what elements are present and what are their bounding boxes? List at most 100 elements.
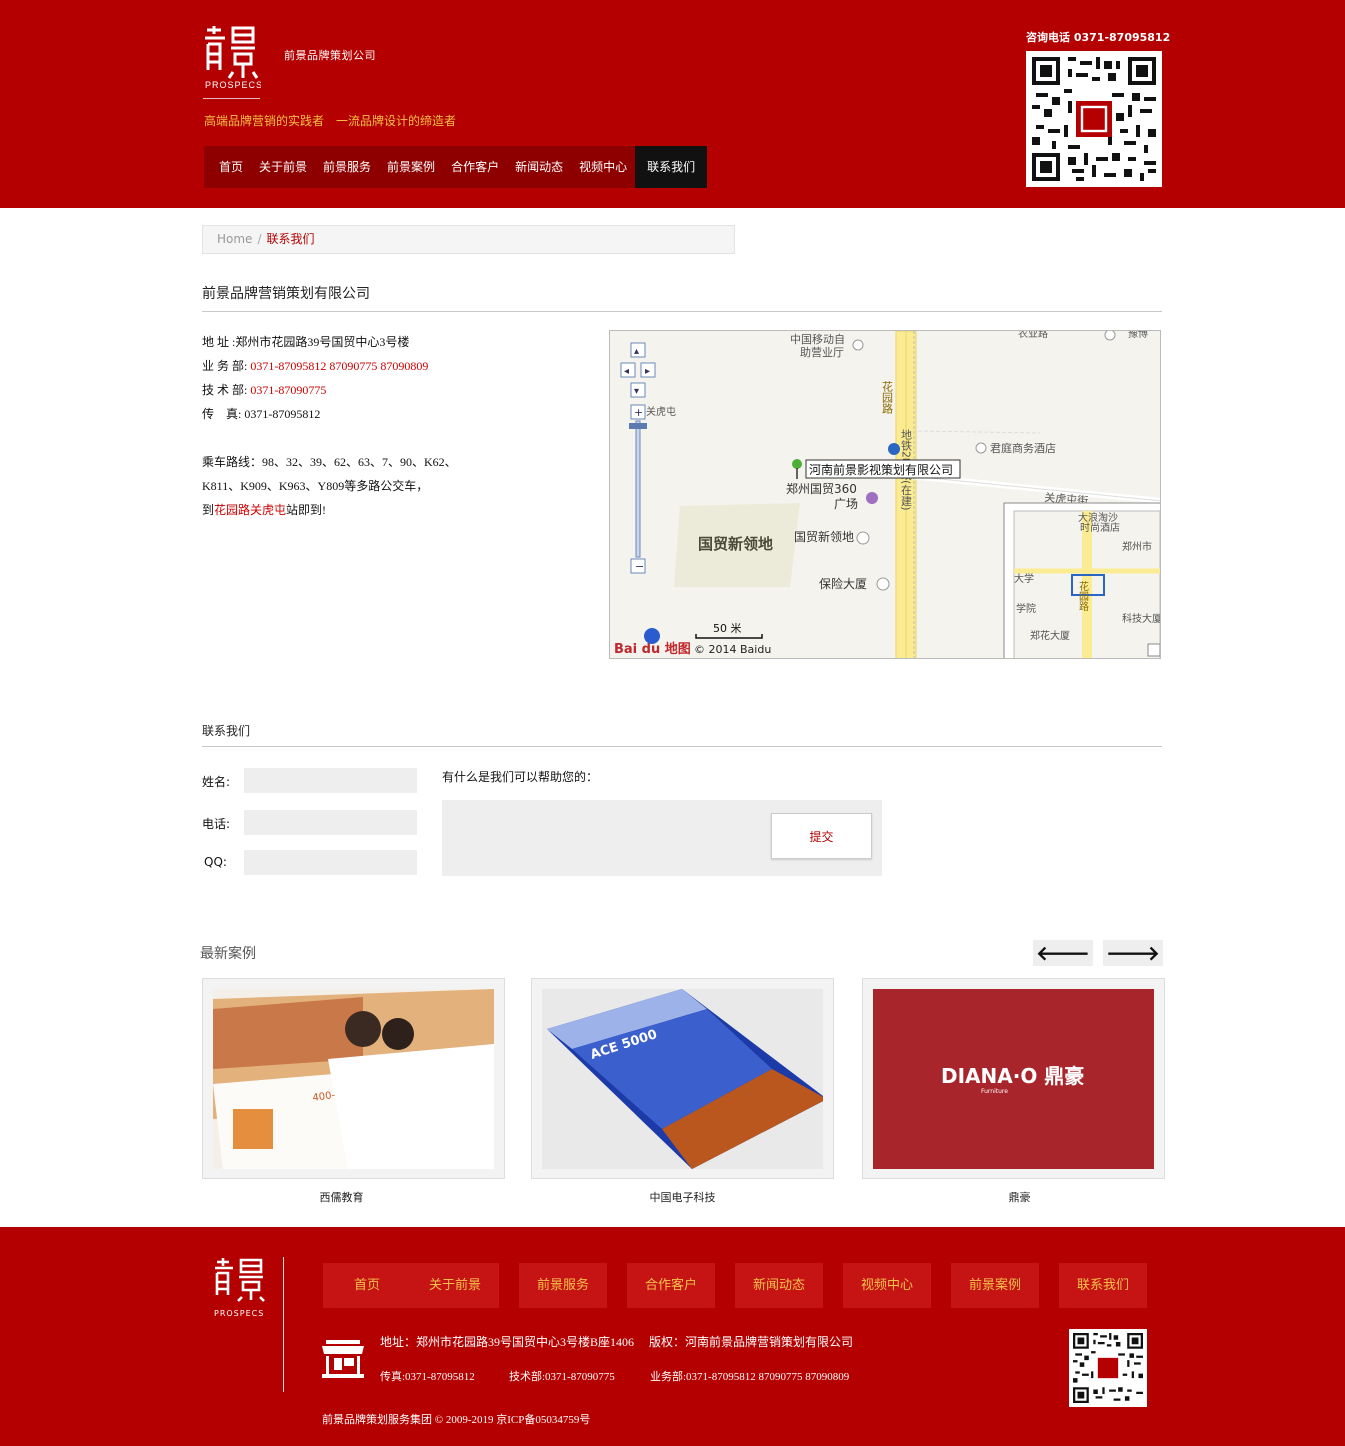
footer-logo[interactable]: PROSPECS bbox=[213, 1256, 269, 1318]
consult-phone: 咨询电话 0371-87095812 bbox=[1026, 31, 1171, 44]
route-station[interactable]: 花园路关虎屯 bbox=[214, 503, 286, 517]
phone-label: 电话: bbox=[202, 817, 231, 831]
contact-section-title: 联系我们 bbox=[202, 724, 251, 738]
footer-nav-services[interactable]: 前景服务 bbox=[519, 1263, 607, 1308]
footer-fax: 传真:0371-87095812 bbox=[380, 1371, 475, 1383]
road-huayuan: 花园路 bbox=[881, 381, 894, 415]
poi-gmxld: 国贸新领地 bbox=[794, 529, 854, 544]
footer-nav-cases[interactable]: 前景案例 bbox=[951, 1263, 1039, 1308]
footer-address: 地址：郑州市花园路39号国贸中心3号楼B座1406 bbox=[380, 1335, 635, 1349]
map-marker-label[interactable]: 河南前景影视策划有限公司 bbox=[809, 462, 953, 477]
qr-code-icon bbox=[1073, 1333, 1143, 1403]
case-caption[interactable]: 西儒教育 bbox=[190, 1189, 493, 1205]
case-image: 找工作，选人才 400- bbox=[213, 989, 494, 1169]
poi-top-right: 豫博 bbox=[1128, 331, 1148, 340]
footer-tech: 技术部:0371-87090775 bbox=[509, 1371, 615, 1383]
slogan: 高端品牌营销的实践者 一流品牌设计的缔造者 bbox=[204, 114, 457, 128]
store-icon bbox=[322, 1340, 364, 1378]
mini-hotel-2: 时尚酒店 bbox=[1080, 521, 1120, 534]
mini-hy: 花园路 bbox=[1077, 580, 1089, 612]
svg-text:▸: ▸ bbox=[645, 366, 650, 377]
nav-news[interactable]: 新闻动态 bbox=[507, 146, 571, 188]
svg-text:◂: ◂ bbox=[624, 366, 629, 377]
submit-button[interactable]: 提交 bbox=[771, 813, 872, 859]
contact-info: 地 址 :郑州市花园路39号国贸中心3号楼 业 务 部: 0371-870958… bbox=[202, 330, 457, 522]
tech-phone: 0371-87090775 bbox=[250, 383, 327, 397]
nav-clients[interactable]: 合作客户 bbox=[443, 146, 507, 188]
case-caption[interactable]: 鼎豪 bbox=[868, 1189, 1171, 1205]
divider bbox=[202, 311, 1162, 312]
case-image: ACE 5000 bbox=[542, 989, 823, 1169]
case3-sub: Furniture bbox=[981, 1088, 1008, 1095]
svg-text:+: + bbox=[634, 406, 643, 419]
footer-logo-sub: PROSPECS bbox=[214, 1309, 264, 1318]
poi-mobile-1: 中国移动自 bbox=[790, 333, 845, 346]
nav-services[interactable]: 前景服务 bbox=[315, 146, 379, 188]
arrow-right-icon: 🡒 bbox=[1106, 941, 1160, 965]
fax-label: 传 真: bbox=[202, 407, 242, 421]
footer-bottom-copyright: 前景品牌策划服务集团 © 2009-2019 京ICP备05034759号 bbox=[322, 1414, 591, 1426]
svg-text:▴: ▴ bbox=[634, 346, 639, 357]
address-value: 郑州市花园路39号国贸中心3号楼 bbox=[235, 335, 410, 349]
breadcrumb-separator: / bbox=[257, 232, 262, 246]
mini-xy: 学院 bbox=[1016, 602, 1036, 615]
footer-nav-clients[interactable]: 合作客户 bbox=[627, 1263, 715, 1308]
mini-dx: 大学 bbox=[1014, 572, 1034, 585]
footer-divider bbox=[283, 1257, 284, 1392]
business-label: 业 务 部: bbox=[202, 359, 248, 373]
svg-text:−: − bbox=[635, 560, 644, 573]
tech-label: 技 术 部: bbox=[202, 383, 248, 397]
map-canvas[interactable]: 国贸新领地 中国移动自 助营业厅 关虎屯 君庭商务酒店 关虎屯街 郑州国贸360… bbox=[610, 331, 1161, 659]
poi-gm360-1: 郑州国贸360 bbox=[786, 481, 857, 496]
qr-code-icon bbox=[1032, 57, 1156, 181]
footer-nav-video[interactable]: 视频中心 bbox=[843, 1263, 931, 1308]
breadcrumb: Home / 联系我们 bbox=[202, 225, 735, 254]
route-suffix: 站即到! bbox=[286, 503, 327, 517]
nav-cases[interactable]: 前景案例 bbox=[379, 146, 443, 188]
breadcrumb-home[interactable]: Home bbox=[217, 232, 252, 246]
next-arrow-button[interactable]: 🡒 bbox=[1103, 940, 1163, 966]
prev-arrow-button[interactable]: 🡐 bbox=[1033, 940, 1093, 966]
qr-code bbox=[1026, 51, 1162, 187]
message-label: 有什么是我们可以帮助您的： bbox=[442, 770, 599, 784]
logo-divider bbox=[203, 98, 260, 99]
case-image: DIANA·O 鼎豪 Furniture bbox=[873, 989, 1154, 1169]
qq-label: QQ: bbox=[204, 855, 227, 869]
svg-text:▾: ▾ bbox=[634, 386, 639, 397]
poi-junting: 君庭商务酒店 bbox=[990, 441, 1056, 455]
fax-value: 0371-87095812 bbox=[244, 407, 321, 421]
footer-nav-contact[interactable]: 联系我们 bbox=[1059, 1263, 1147, 1308]
nav-contact[interactable]: 联系我们 bbox=[635, 146, 708, 188]
footer-qr-code bbox=[1069, 1329, 1147, 1407]
baidu-map[interactable]: 国贸新领地 中国移动自 助营业厅 关虎屯 君庭商务酒店 关虎屯街 郑州国贸360… bbox=[609, 330, 1161, 659]
mini-kj: 科技大厦 bbox=[1122, 612, 1161, 625]
case-card-dinghao[interactable]: DIANA·O 鼎豪 Furniture bbox=[862, 978, 1165, 1179]
map-copyright: © 2014 Baidu bbox=[694, 643, 771, 656]
poi-baoxian: 保险大厦 bbox=[819, 576, 867, 591]
nav-home[interactable]: 首页 bbox=[204, 146, 251, 188]
qq-input[interactable] bbox=[244, 850, 417, 875]
case-card-xiru[interactable]: 找工作，选人才 400- bbox=[202, 978, 505, 1179]
logo[interactable]: PROSPECS bbox=[203, 22, 261, 100]
map-scale: 50 米 bbox=[713, 622, 742, 635]
route-prefix: 到 bbox=[202, 503, 215, 517]
nav-about[interactable]: 关于前景 bbox=[251, 146, 315, 188]
case-card-cetc[interactable]: ACE 5000 bbox=[531, 978, 834, 1179]
divider bbox=[202, 746, 1162, 747]
breadcrumb-current: 联系我们 bbox=[266, 232, 315, 246]
nav-video[interactable]: 视频中心 bbox=[571, 146, 635, 188]
poi-gm360-2: 广场 bbox=[834, 497, 858, 511]
footer-nav-about[interactable]: 关于前景 bbox=[411, 1263, 499, 1308]
name-input[interactable] bbox=[244, 768, 417, 793]
logo-sub: PROSPECS bbox=[205, 80, 261, 90]
address-label: 地 址 : bbox=[202, 335, 236, 349]
case-caption[interactable]: 中国电子科技 bbox=[531, 1189, 834, 1205]
business-phone: 0371-87095812 87090775 87090809 bbox=[250, 359, 429, 373]
case3-brand: DIANA·O 鼎豪 bbox=[941, 1064, 1084, 1088]
footer-nav-home[interactable]: 首页 bbox=[323, 1263, 411, 1308]
company-title: 前景品牌营销策划有限公司 bbox=[202, 286, 370, 302]
poi-mobile-2: 助营业厅 bbox=[800, 345, 844, 359]
phone-input[interactable] bbox=[244, 810, 417, 835]
footer-nav-news[interactable]: 新闻动态 bbox=[735, 1263, 823, 1308]
mini-zz: 郑州市 bbox=[1122, 540, 1152, 553]
